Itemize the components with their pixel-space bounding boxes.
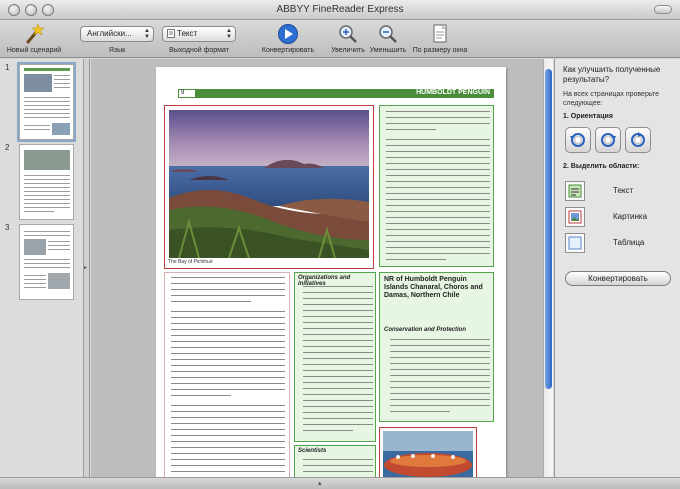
splitter-arrow-icon: ▸ bbox=[84, 265, 88, 271]
area-table-option[interactable]: Таблица bbox=[565, 233, 675, 253]
window-title: ABBYY FineReader Express bbox=[276, 4, 404, 15]
page-thumbnails-pane: 1 2 3 bbox=[0, 59, 84, 477]
new-scenario-button[interactable]: Новый сценарий bbox=[7, 20, 61, 58]
photo-caption: The Bay of Pichihué bbox=[168, 259, 213, 265]
zoom-out-icon bbox=[379, 25, 397, 43]
zoom-out-label: Уменьшить bbox=[369, 47, 407, 54]
rotate-right-button[interactable] bbox=[595, 127, 621, 153]
language-label: Язык bbox=[108, 47, 126, 54]
convert-button[interactable]: Конвертировать bbox=[565, 271, 671, 286]
col3-heading: NR of Humboldt Penguin Islands Chanaral,… bbox=[384, 276, 483, 299]
rotate-180-button[interactable] bbox=[625, 127, 651, 153]
convert-toolbar-button[interactable]: Конвертировать bbox=[262, 20, 314, 58]
help-panel: Как улучшить полученные результаты? На в… bbox=[554, 59, 680, 477]
text-zone-col3-mid[interactable]: NR of Humboldt Penguin Islands Chanaral,… bbox=[379, 272, 494, 422]
text-zone-col3-top[interactable] bbox=[379, 105, 494, 267]
text-zone-col2-b[interactable]: Scientists bbox=[294, 445, 376, 477]
resize-handle-icon[interactable]: ▴ bbox=[318, 479, 322, 487]
help-subtitle: На всех страницах проверьте следующее: bbox=[563, 91, 659, 107]
col3-heading-2: Conservation and Protection bbox=[384, 327, 467, 333]
orientation-heading: 1. Ориентация bbox=[563, 113, 613, 120]
scrollbar-thumb[interactable] bbox=[545, 69, 552, 389]
page-number: 9 bbox=[178, 89, 196, 98]
select-areas-heading: 2. Выделить области: bbox=[563, 163, 640, 170]
picture-zone-2[interactable] bbox=[379, 427, 477, 477]
page-thumbnail[interactable] bbox=[19, 224, 74, 300]
thumbnail-number: 1 bbox=[5, 63, 10, 72]
bay-photo bbox=[169, 110, 369, 258]
picture-area-icon bbox=[565, 207, 585, 227]
area-table-label: Таблица bbox=[613, 238, 645, 247]
page-header-title: HUMBOLDT PENGUIN bbox=[416, 89, 490, 96]
document-scrollbar[interactable] bbox=[543, 59, 553, 477]
zoom-out-button[interactable]: Уменьшить bbox=[370, 20, 406, 58]
fit-window-label: По размеру окна bbox=[412, 47, 468, 54]
col2-heading-2: Scientists bbox=[298, 448, 327, 454]
app-window: ABBYY FineReader Express Новый сценарий … bbox=[0, 0, 680, 489]
text-zone-col2[interactable]: Organizations and initiatives bbox=[294, 272, 376, 442]
toolbar-toggle-button[interactable] bbox=[654, 5, 672, 14]
format-label: Выходной формат bbox=[169, 47, 229, 54]
help-title: Как улучшить полученные результаты? bbox=[563, 65, 661, 84]
zoom-in-button[interactable]: Увеличить bbox=[330, 20, 366, 58]
play-icon bbox=[278, 24, 298, 44]
new-scenario-label: Новый сценарий bbox=[6, 47, 62, 54]
convert-toolbar-label: Конвертировать bbox=[261, 47, 315, 54]
zoom-in-icon bbox=[339, 25, 357, 43]
area-text-option[interactable]: Текст bbox=[565, 181, 675, 201]
fit-page-icon bbox=[433, 24, 447, 43]
magic-wand-icon bbox=[26, 23, 45, 44]
rotate-180-icon bbox=[631, 132, 645, 147]
page-thumbnail[interactable] bbox=[17, 62, 76, 142]
col1-text-lines bbox=[171, 277, 285, 477]
rotate-left-button[interactable] bbox=[565, 127, 591, 153]
table-area-icon bbox=[565, 233, 585, 253]
pane-splitter[interactable]: ▸ bbox=[84, 59, 90, 477]
bottom-bar: ▴ bbox=[0, 477, 680, 489]
document-view[interactable]: 9 HUMBOLDT PENGUIN The Bay of Pichihué O… bbox=[91, 59, 543, 477]
thumbnail-number: 3 bbox=[5, 223, 10, 232]
picture-zone[interactable]: The Bay of Pichihué bbox=[164, 105, 374, 269]
thumbnail-number: 2 bbox=[5, 143, 10, 152]
area-picture-label: Картинка bbox=[613, 212, 648, 221]
page-thumbnail[interactable] bbox=[19, 144, 74, 220]
area-text-label: Текст bbox=[613, 186, 634, 195]
text-zone-col1[interactable] bbox=[164, 272, 290, 477]
toolbar: Новый сценарий Английски... ▲ ▼ Язык Текс… bbox=[0, 20, 680, 58]
zoom-in-label: Увеличить bbox=[331, 47, 365, 54]
penguin-photo bbox=[383, 431, 473, 477]
title-bar: ABBYY FineReader Express bbox=[0, 0, 680, 20]
col2-text-lines bbox=[303, 286, 373, 436]
fit-window-button[interactable]: По размеру окна bbox=[413, 20, 467, 58]
text-area-icon bbox=[565, 181, 585, 201]
language-caption: Язык bbox=[80, 20, 154, 58]
format-caption: Выходной формат bbox=[162, 20, 236, 58]
document-page: 9 HUMBOLDT PENGUIN The Bay of Pichihué O… bbox=[156, 67, 506, 477]
rotate-right-icon bbox=[601, 133, 616, 147]
rotate-left-icon bbox=[570, 133, 585, 147]
area-picture-option[interactable]: Картинка bbox=[565, 207, 675, 227]
